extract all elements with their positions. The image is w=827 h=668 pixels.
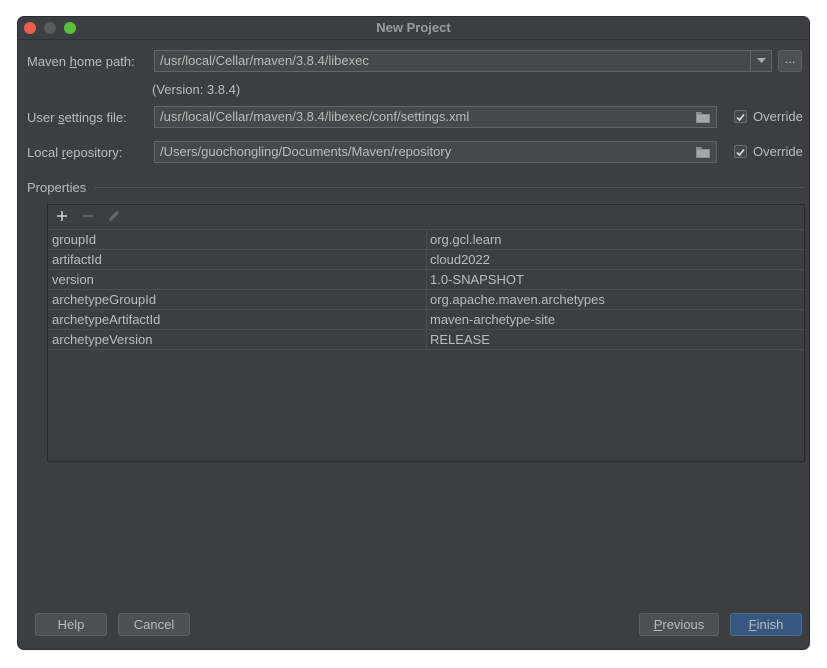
- table-row[interactable]: archetypeVersion RELEASE: [48, 329, 804, 350]
- help-button[interactable]: Help: [35, 613, 107, 636]
- property-key[interactable]: archetypeVersion: [48, 329, 427, 350]
- local-repo-override-checkbox[interactable]: [734, 145, 747, 158]
- checkmark-icon: [736, 113, 745, 122]
- table-row[interactable]: artifactId cloud2022: [48, 249, 804, 270]
- property-key[interactable]: version: [48, 269, 427, 290]
- properties-toolbar: [48, 205, 804, 229]
- user-settings-override-checkbox[interactable]: [734, 110, 747, 123]
- maven-home-label: Maven home path:: [27, 54, 135, 69]
- property-value[interactable]: org.gcl.learn: [426, 229, 804, 250]
- property-value[interactable]: cloud2022: [426, 249, 804, 270]
- table-row[interactable]: archetypeArtifactId maven-archetype-site: [48, 309, 804, 330]
- properties-table-panel: groupId org.gcl.learn artifactId cloud2022 v…: [47, 204, 805, 462]
- properties-section-label: Properties: [27, 180, 87, 195]
- remove-icon[interactable]: [80, 208, 96, 224]
- property-value[interactable]: 1.0-SNAPSHOT: [426, 269, 804, 290]
- add-icon[interactable]: [54, 208, 70, 224]
- user-settings-override-label: Override: [753, 109, 803, 124]
- property-key[interactable]: groupId: [48, 229, 427, 250]
- edit-icon[interactable]: [106, 208, 122, 224]
- maven-home-value: /usr/local/Cellar/maven/3.8.4/libexec: [160, 53, 369, 68]
- maven-home-browse-button[interactable]: ...: [778, 50, 802, 72]
- properties-separator: [94, 187, 804, 188]
- local-repo-field[interactable]: /Users/guochongling/Documents/Maven/repo…: [154, 141, 717, 163]
- table-row[interactable]: groupId org.gcl.learn: [48, 229, 804, 250]
- local-repo-label: Local repository:: [27, 145, 123, 160]
- property-value[interactable]: RELEASE: [426, 329, 804, 350]
- dropdown-arrow-icon[interactable]: [750, 51, 771, 71]
- folder-icon[interactable]: [696, 111, 710, 123]
- properties-table: groupId org.gcl.learn artifactId cloud2022 v…: [48, 229, 804, 350]
- table-row[interactable]: version 1.0-SNAPSHOT: [48, 269, 804, 290]
- property-key[interactable]: archetypeArtifactId: [48, 309, 427, 330]
- user-settings-label: User settings file:: [27, 110, 127, 125]
- user-settings-field[interactable]: /usr/local/Cellar/maven/3.8.4/libexec/co…: [154, 106, 717, 128]
- checkmark-icon: [736, 148, 745, 157]
- property-value[interactable]: maven-archetype-site: [426, 309, 804, 330]
- finish-button[interactable]: Finish: [730, 613, 802, 636]
- property-key[interactable]: archetypeGroupId: [48, 289, 427, 310]
- maven-home-combo[interactable]: /usr/local/Cellar/maven/3.8.4/libexec: [154, 50, 772, 72]
- title-bar: New Project: [18, 17, 809, 40]
- user-settings-value: /usr/local/Cellar/maven/3.8.4/libexec/co…: [160, 109, 470, 124]
- local-repo-value: /Users/guochongling/Documents/Maven/repo…: [160, 144, 452, 159]
- previous-button[interactable]: Previous: [639, 613, 719, 636]
- maven-version-text: (Version: 3.8.4): [152, 82, 241, 97]
- property-value[interactable]: org.apache.maven.archetypes: [426, 289, 804, 310]
- cancel-button[interactable]: Cancel: [118, 613, 190, 636]
- window-title: New Project: [376, 20, 451, 35]
- local-repo-override-label: Override: [753, 144, 803, 159]
- table-row[interactable]: archetypeGroupId org.apache.maven.archety…: [48, 289, 804, 310]
- property-key[interactable]: artifactId: [48, 249, 427, 270]
- new-project-dialog: New Project Maven home path: /usr/local/…: [18, 17, 809, 649]
- folder-icon[interactable]: [696, 146, 710, 158]
